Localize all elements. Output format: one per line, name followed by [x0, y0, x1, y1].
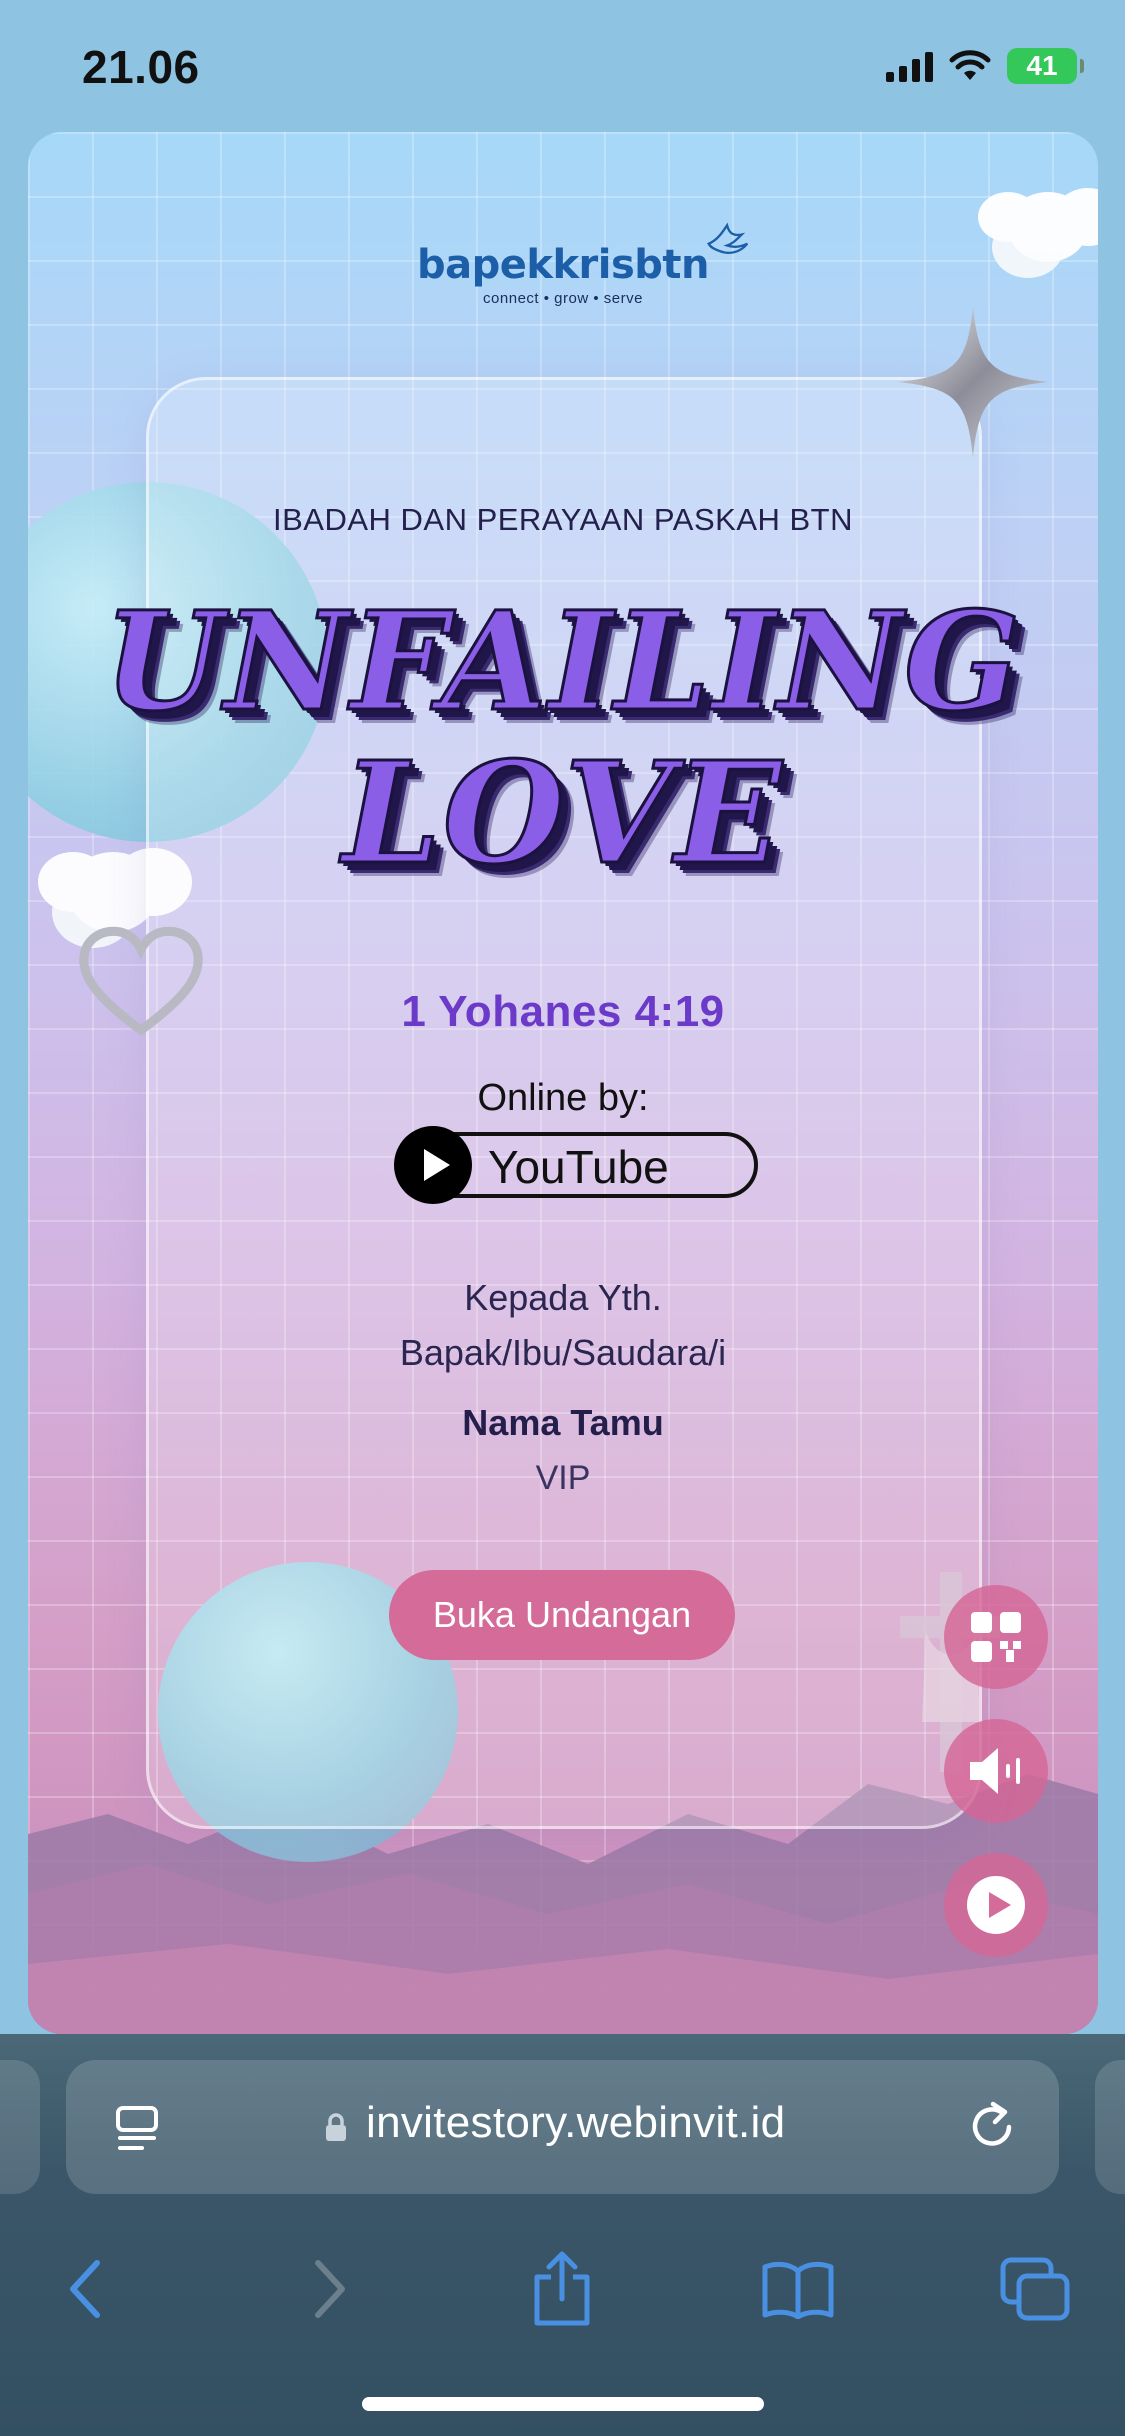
battery-level: 41: [1026, 50, 1058, 81]
status-bar: 21.06 41: [0, 0, 1125, 130]
book-icon: [762, 2261, 834, 2319]
greeting-line-2: Bapak/Ibu/Saudara/i: [399, 1332, 727, 1373]
logo: bapekkrisbtn connect • grow • serve: [28, 222, 1098, 307]
sparkle-star-icon: [898, 307, 1048, 457]
chevron-left-icon: [70, 2260, 100, 2318]
play-button[interactable]: [944, 1853, 1048, 1957]
battery-icon: 41: [1007, 48, 1084, 84]
share-icon: [534, 2251, 590, 2326]
youtube-badge: YouTube: [394, 1126, 758, 1204]
headline-line-1: UNFAILING: [102, 581, 1023, 744]
reload-icon[interactable]: [965, 2100, 1019, 2154]
status-icons: 41: [886, 48, 1084, 84]
browser-toolbar: [0, 2234, 1125, 2344]
guest-name: Nama Tamu: [462, 1402, 664, 1443]
cloud-decoration: [978, 192, 1038, 242]
lock-icon: [326, 2113, 346, 2141]
status-time: 21.06: [82, 41, 200, 93]
browser-chrome: invitestory.webinvit.id: [0, 2034, 1125, 2436]
logo-name: bapekkrisbtn: [417, 222, 749, 288]
page-menu-icon[interactable]: [114, 2104, 160, 2154]
forward-button[interactable]: [275, 2234, 385, 2344]
bible-verse: 1 Yohanes 4:19: [401, 987, 725, 1036]
invitation-card: bapekkrisbtn connect • grow • serve IBAD…: [28, 132, 1098, 2034]
play-icon: [967, 1876, 1025, 1934]
wifi-icon: [949, 50, 991, 80]
previous-tab-peek[interactable]: [0, 2060, 40, 2194]
sound-toggle-button[interactable]: [944, 1719, 1048, 1823]
dove-icon: [707, 222, 749, 254]
open-invitation-button[interactable]: Buka Undangan: [389, 1570, 735, 1660]
tabs-icon: [1000, 2257, 1070, 2321]
guest-tag: VIP: [535, 1459, 591, 1497]
greeting-line-1: Kepada Yth.: [464, 1277, 662, 1318]
tabs-button[interactable]: [980, 2234, 1090, 2344]
youtube-label: YouTube: [488, 1141, 669, 1193]
headline-line-2: LOVE: [341, 731, 784, 898]
qr-code-button[interactable]: [944, 1585, 1048, 1689]
share-button[interactable]: [507, 2234, 617, 2344]
address-bar[interactable]: invitestory.webinvit.id: [66, 2060, 1059, 2194]
home-indicator[interactable]: [362, 2397, 764, 2411]
speaker-icon: [970, 1748, 1020, 1794]
url-text[interactable]: invitestory.webinvit.id: [366, 2098, 785, 2148]
next-tab-peek[interactable]: [1095, 2060, 1125, 2194]
chevron-right-icon: [315, 2260, 345, 2318]
online-label: Online by:: [477, 1077, 649, 1119]
back-button[interactable]: [30, 2234, 140, 2344]
bookmarks-button[interactable]: [743, 2234, 853, 2344]
headline: UNFAILING LOVE: [28, 581, 1098, 902]
cellular-signal-icon: [886, 50, 933, 82]
qr-code-icon: [971, 1612, 1021, 1662]
youtube-play-icon: [394, 1126, 472, 1204]
logo-tagline: connect • grow • serve: [483, 290, 643, 307]
event-title: IBADAH DAN PERAYAAN PASKAH BTN: [272, 502, 854, 537]
